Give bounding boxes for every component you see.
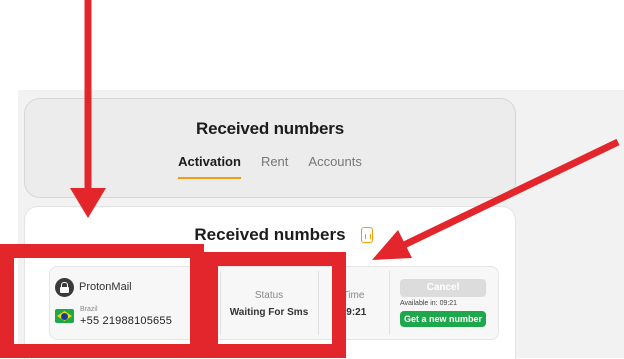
highlight-box-status <box>204 252 346 358</box>
document-icon[interactable] <box>361 227 373 243</box>
page-title: Received numbers <box>196 119 344 138</box>
header-card: Received numbers Activation Rent Account… <box>24 98 516 198</box>
tab-activation[interactable]: Activation <box>178 154 241 179</box>
cancel-button[interactable]: Cancel <box>400 279 486 297</box>
tab-rent[interactable]: Rent <box>261 154 288 179</box>
get-new-number-button[interactable]: Get a new number <box>400 311 486 327</box>
tab-bar: Activation Rent Accounts <box>25 154 515 179</box>
divider <box>389 271 390 335</box>
tab-accounts[interactable]: Accounts <box>308 154 361 179</box>
availability-timer: Available in: 09:21 <box>400 300 458 307</box>
section-title: Received numbers <box>194 225 346 244</box>
highlight-box-service <box>0 244 204 358</box>
